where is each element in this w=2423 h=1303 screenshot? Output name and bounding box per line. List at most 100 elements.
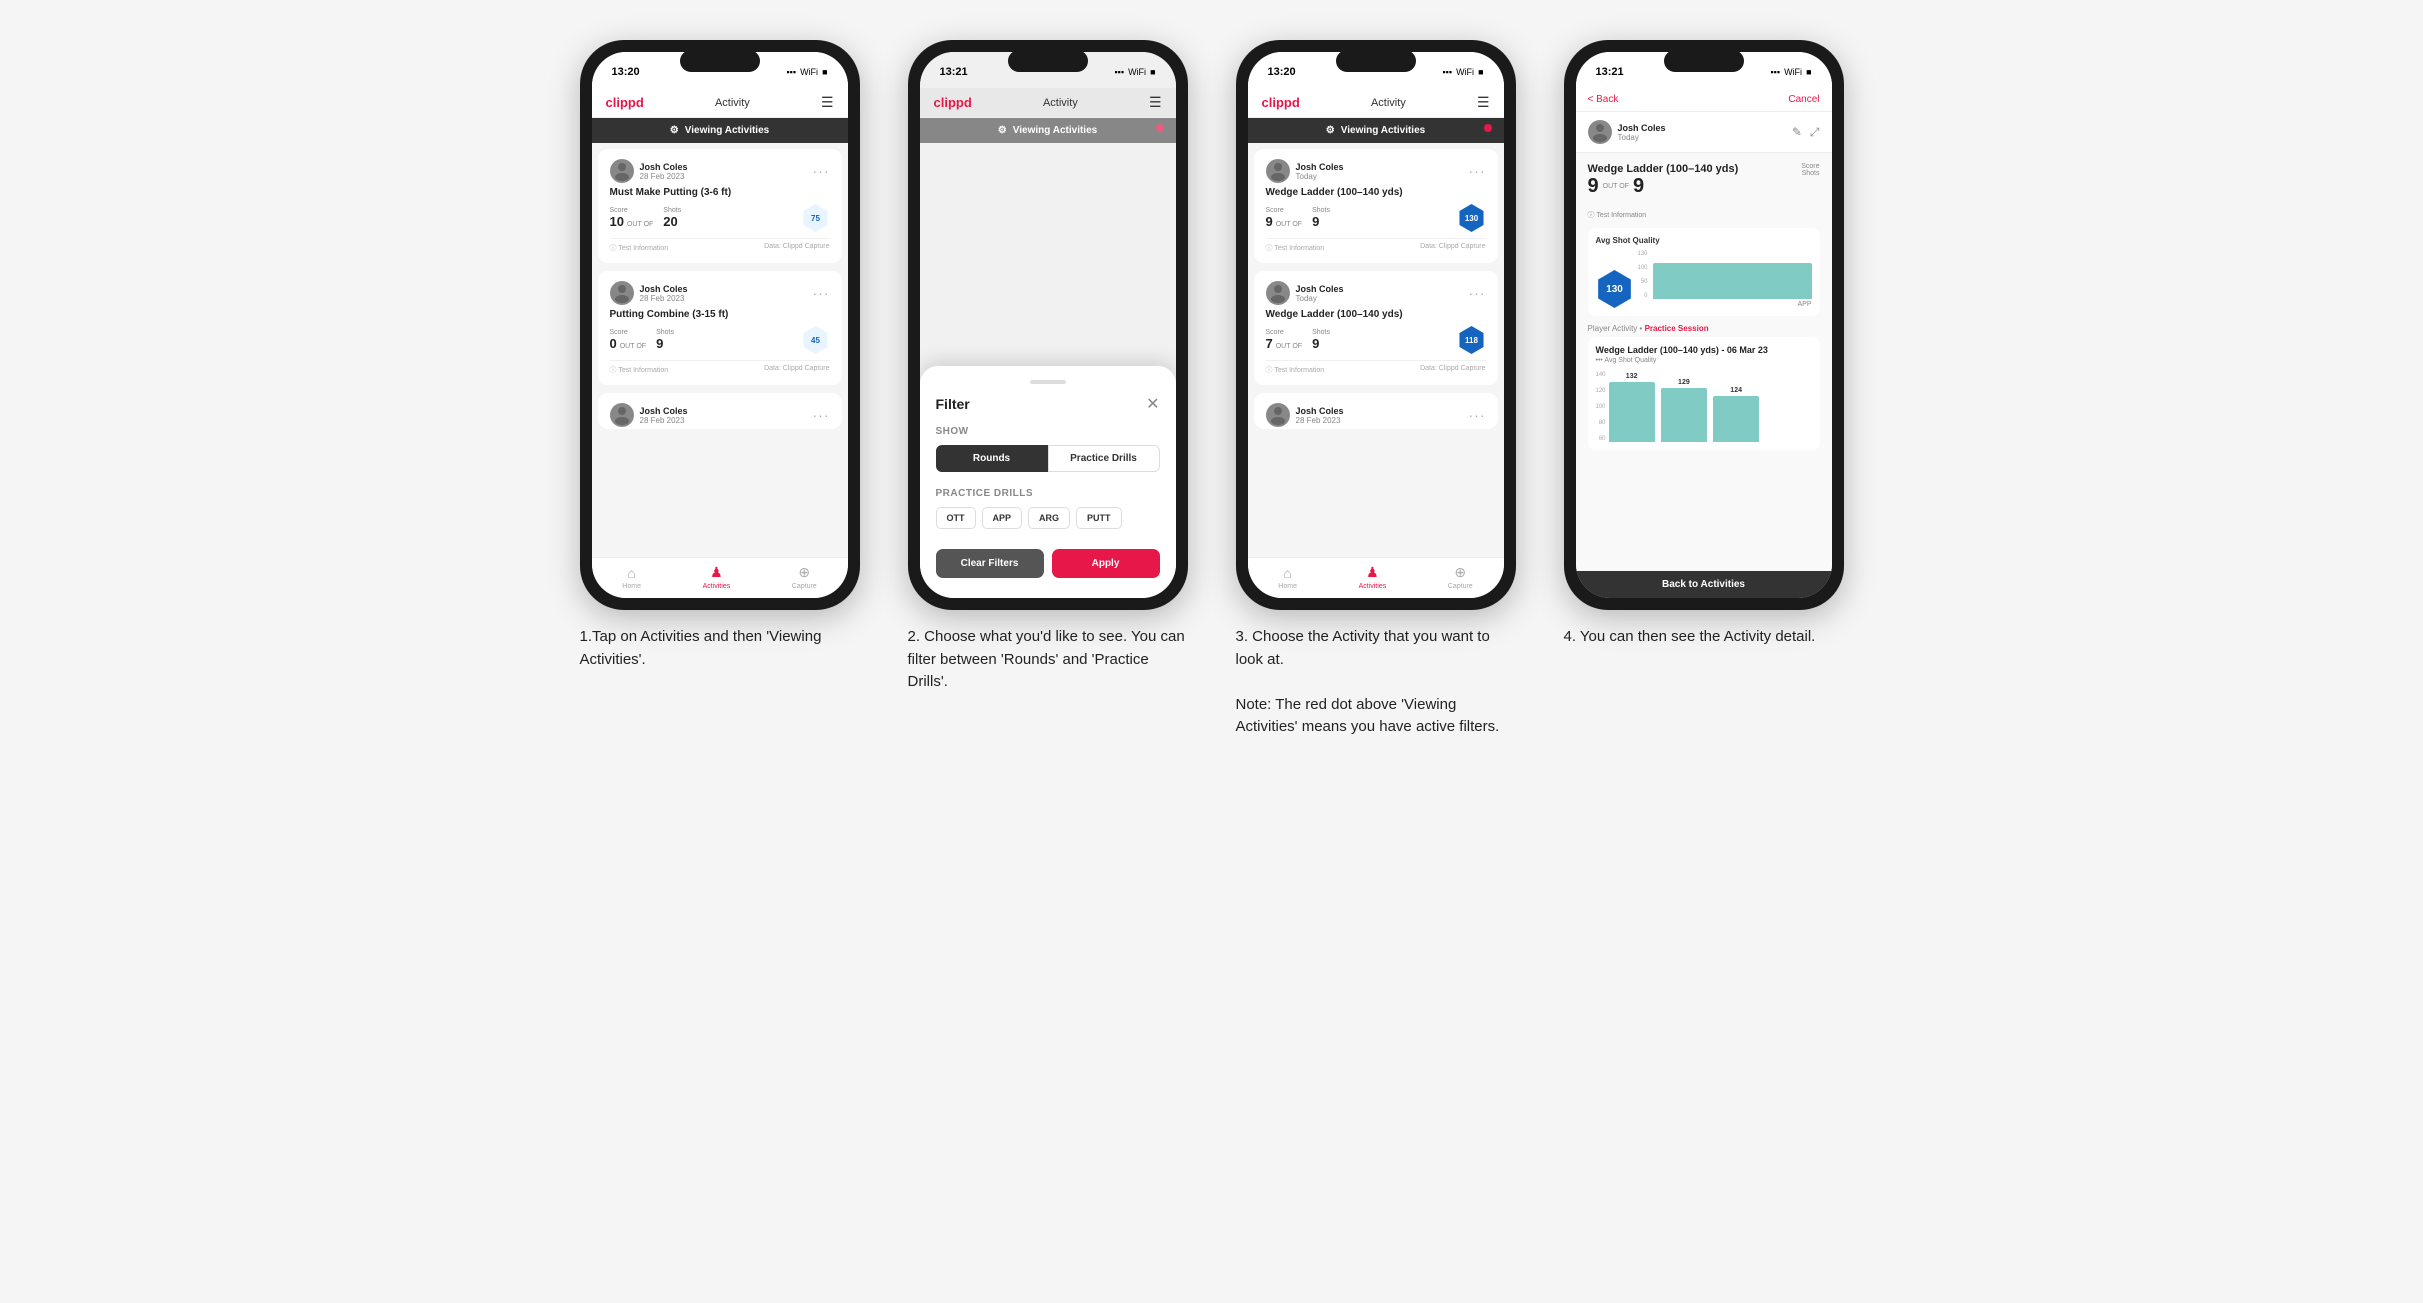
app-logo-2: clippd: [934, 95, 972, 110]
phone-screen-2: 13:21 ▪▪▪ WiFi ■ clippd Activity ☰ ⚙ V: [920, 52, 1176, 598]
card-footer-1-2: ⓘ Test Information Data: Clippd Capture: [610, 360, 830, 375]
app-title-1: Activity: [715, 97, 750, 109]
nav-activities-3[interactable]: ♟ Activities: [1359, 564, 1387, 590]
drill-putt[interactable]: PUTT: [1076, 507, 1122, 529]
stat-score-1-2: Score 0 OUT OF: [610, 329, 647, 351]
detail-bar-section: Wedge Ladder (100–140 yds) - 06 Mar 23 •…: [1588, 337, 1820, 450]
nav-home-1[interactable]: ⌂ Home: [622, 565, 641, 590]
clear-filters-button[interactable]: Clear Filters: [936, 549, 1044, 578]
activity-card-3-1[interactable]: Josh Coles Today ··· Wedge Ladder (100–1…: [1254, 149, 1498, 263]
back-to-activities-button[interactable]: Back to Activities: [1576, 571, 1832, 598]
stat-shots-1-2: Shots 9: [656, 329, 674, 351]
activity-card-1-3: Josh Coles 28 Feb 2023 ···: [598, 393, 842, 429]
shots-val-3-2: 9: [1312, 336, 1330, 351]
bar-chart-with-labels: 140 120 100 80 60 132: [1596, 372, 1812, 442]
phone-3: 13:20 ▪▪▪ WiFi ■ clippd Activity ☰ ⚙ V: [1236, 40, 1516, 610]
app-title-3: Activity: [1371, 97, 1406, 109]
caption-1: 1.Tap on Activities and then 'Viewing Ac…: [580, 626, 860, 671]
phone-column-1: 13:20 ▪▪▪ WiFi ■ clippd Activity ☰ ⚙ V: [570, 40, 870, 671]
detail-drill-title: Wedge Ladder (100–140 yds): [1588, 163, 1739, 175]
more-dots-1-2[interactable]: ···: [813, 285, 830, 301]
user-date-1-2: 28 Feb 2023: [640, 294, 688, 303]
phone-notch-4: [1664, 50, 1744, 72]
more-dots-3-2[interactable]: ···: [1469, 285, 1486, 301]
expand-icon[interactable]: ⤢: [1810, 125, 1820, 140]
filter-drag-handle[interactable]: [1030, 380, 1066, 384]
user-info-3-2: Josh Coles Today: [1266, 281, 1344, 305]
activity-card-3-2[interactable]: Josh Coles Today ··· Wedge Ladder (100–1…: [1254, 271, 1498, 385]
drill-arg[interactable]: ARG: [1028, 507, 1070, 529]
card-footer-3-2: ⓘ Test Information Data: Clippd Capture: [1266, 360, 1486, 375]
score-label-3-1: Score: [1266, 207, 1303, 214]
detail-avatar: [1588, 120, 1612, 144]
user-details-3-3: Josh Coles 28 Feb 2023: [1296, 406, 1344, 425]
detail-score-val: 9: [1588, 175, 1599, 198]
detail-user-date: Today: [1618, 133, 1666, 142]
drill-ott[interactable]: OTT: [936, 507, 976, 529]
detail-user-row: Josh Coles Today ✎ ⤢: [1576, 112, 1832, 153]
more-dots-1-3[interactable]: ···: [813, 407, 830, 423]
shots-label-1-2: Shots: [656, 329, 674, 336]
viewing-banner-3[interactable]: ⚙ Viewing Activities: [1248, 118, 1504, 143]
outof-1-2: OUT OF: [620, 343, 646, 350]
signal-icon: ▪▪▪: [786, 67, 796, 77]
avatar-3-2: [1266, 281, 1290, 305]
stat-score-3-2: Score 7 OUT OF: [1266, 329, 1303, 351]
nav-capture-1[interactable]: ⊕ Capture: [792, 564, 817, 590]
apply-button[interactable]: Apply: [1052, 549, 1160, 578]
capture-label-3: Capture: [1448, 583, 1473, 590]
detail-content: Wedge Ladder (100–140 yds) 9 OUT OF 9 Sc…: [1576, 153, 1832, 571]
nav-capture-3[interactable]: ⊕ Capture: [1448, 564, 1473, 590]
activity-card-1-1[interactable]: Josh Coles 28 Feb 2023 ··· Must Make Put…: [598, 149, 842, 263]
phone-screen-1: 13:20 ▪▪▪ WiFi ■ clippd Activity ☰ ⚙ V: [592, 52, 848, 598]
practice-session-link[interactable]: Practice Session: [1645, 324, 1709, 333]
caption-3: 3. Choose the Activity that you want to …: [1236, 626, 1516, 739]
viewing-banner-text-2: Viewing Activities: [1013, 125, 1097, 136]
filter-title: Filter: [936, 396, 970, 412]
viewing-banner-2[interactable]: ⚙ Viewing Activities: [920, 118, 1176, 143]
hamburger-icon-1[interactable]: ☰: [821, 94, 834, 111]
rounds-toggle[interactable]: Rounds: [936, 445, 1048, 472]
more-dots-3-1[interactable]: ···: [1469, 163, 1486, 179]
edit-icon[interactable]: ✎: [1792, 125, 1802, 140]
viewing-banner-1[interactable]: ⚙ Viewing Activities: [592, 118, 848, 143]
shot-quality-badge-3-1: 130: [1458, 204, 1486, 232]
activity-title-1-2: Putting Combine (3-15 ft): [610, 309, 830, 320]
detail-outof-val: 9: [1633, 175, 1644, 198]
cancel-button[interactable]: Cancel: [1788, 94, 1819, 105]
back-button[interactable]: < Back: [1588, 94, 1619, 105]
more-dots-1-1[interactable]: ···: [813, 163, 830, 179]
battery-icon-3: ■: [1478, 67, 1483, 77]
stat-shots-3-2: Shots 9: [1312, 329, 1330, 351]
avatar-1-2: [610, 281, 634, 305]
shot-quality-val-1-2: 45: [811, 336, 820, 345]
activity-card-1-2[interactable]: Josh Coles 28 Feb 2023 ··· Putting Combi…: [598, 271, 842, 385]
phone-1: 13:20 ▪▪▪ WiFi ■ clippd Activity ☰ ⚙ V: [580, 40, 860, 610]
outof-1-1: OUT OF: [627, 221, 653, 228]
card-header-3-3: Josh Coles 28 Feb 2023 ···: [1266, 403, 1486, 427]
signal-icon-3: ▪▪▪: [1442, 67, 1452, 77]
detail-shots-label: Shots: [1801, 170, 1819, 177]
footer-left-3-2: ⓘ Test Information: [1266, 365, 1325, 375]
hamburger-icon-3[interactable]: ☰: [1477, 94, 1490, 111]
bar-item-2: 129: [1661, 372, 1707, 442]
home-icon-1: ⌂: [627, 565, 635, 581]
more-dots-3-3[interactable]: ···: [1469, 407, 1486, 423]
activity-title-1-1: Must Make Putting (3-6 ft): [610, 187, 830, 198]
drill-app[interactable]: APP: [982, 507, 1023, 529]
status-icons-2: ▪▪▪ WiFi ■: [1114, 67, 1155, 77]
nav-activities-1[interactable]: ♟ Activities: [703, 564, 731, 590]
hamburger-icon-2[interactable]: ☰: [1149, 94, 1162, 111]
card-header-1-3: Josh Coles 28 Feb 2023 ···: [610, 403, 830, 427]
caption-2: 2. Choose what you'd like to see. You ca…: [908, 626, 1188, 694]
signal-icon-4: ▪▪▪: [1770, 67, 1780, 77]
home-icon-3: ⌂: [1283, 565, 1291, 581]
status-time-3: 13:20: [1268, 66, 1296, 78]
filter-close-icon[interactable]: ✕: [1146, 394, 1159, 414]
phone-column-2: 13:21 ▪▪▪ WiFi ■ clippd Activity ☰ ⚙ V: [898, 40, 1198, 694]
avatar-1-1: [610, 159, 634, 183]
user-date-3-1: Today: [1296, 172, 1344, 181]
viewing-banner-text-1: Viewing Activities: [685, 125, 769, 136]
nav-home-3[interactable]: ⌂ Home: [1278, 565, 1297, 590]
practice-drills-toggle[interactable]: Practice Drills: [1048, 445, 1160, 472]
